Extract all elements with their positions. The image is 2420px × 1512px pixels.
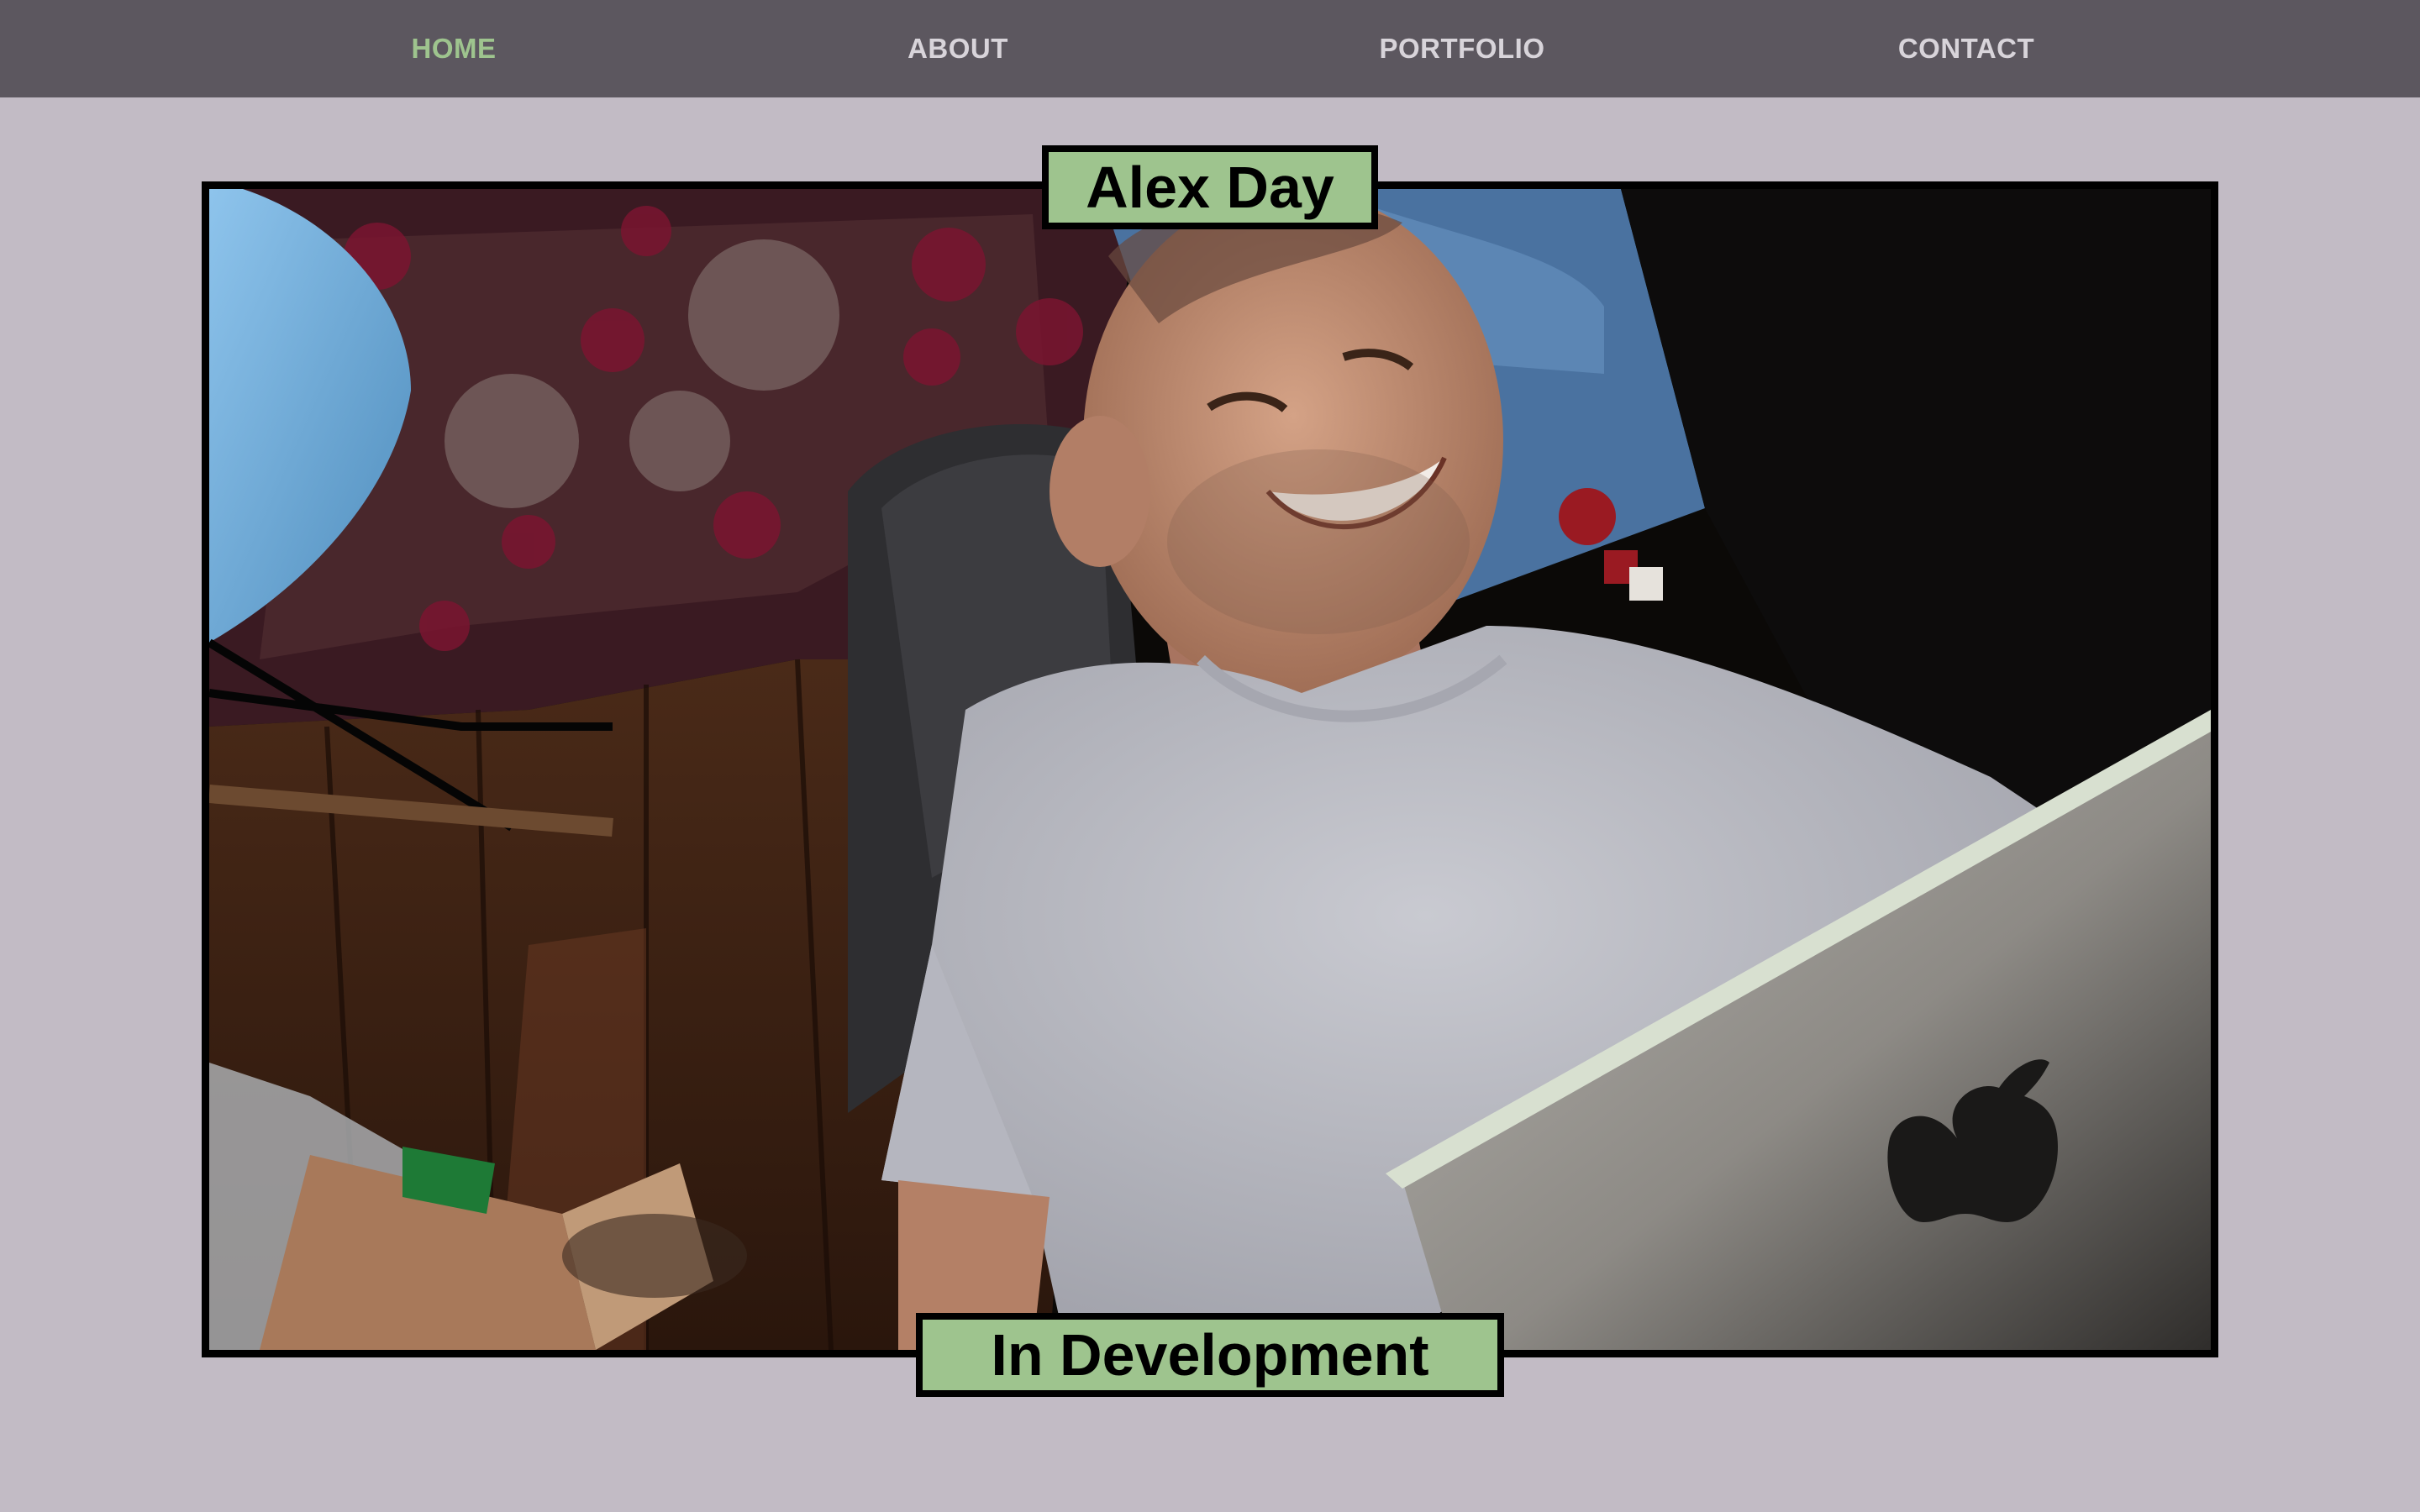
status-banner: In Development [916, 1313, 1504, 1397]
nav-contact-link[interactable]: CONTACT [1798, 0, 2134, 97]
hero-photo [202, 181, 2218, 1357]
nav-about-link[interactable]: ABOUT [790, 0, 1126, 97]
hero-photo-illustration [209, 189, 2211, 1350]
top-navbar: HOME ABOUT PORTFOLIO CONTACT [0, 0, 2420, 97]
nav-home-link[interactable]: HOME [286, 0, 622, 97]
nav-portfolio-link[interactable]: PORTFOLIO [1294, 0, 1630, 97]
name-title: Alex Day [1042, 145, 1378, 229]
